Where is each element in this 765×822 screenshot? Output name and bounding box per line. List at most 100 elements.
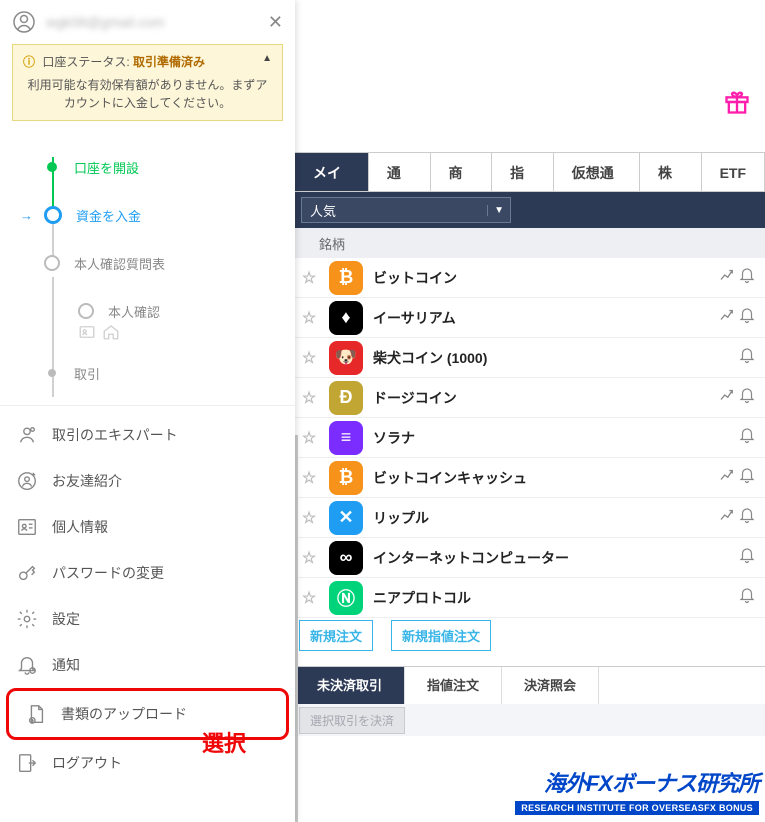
step-label: 口座を開設 (74, 158, 139, 177)
tab-stock[interactable]: 株式 (640, 153, 702, 191)
instrument-row[interactable]: ☆₿ビットコインキャッシュ (295, 458, 765, 498)
menu-label: 個人情報 (52, 517, 108, 537)
step-label: 取引 (74, 364, 100, 383)
menu-profile[interactable]: 個人情報 (0, 504, 295, 550)
chart-icon[interactable] (717, 506, 737, 529)
instrument-name: ドージコイン (373, 388, 717, 408)
favorite-star-icon[interactable]: ☆ (299, 268, 319, 288)
gear-icon (16, 608, 38, 630)
favorite-star-icon[interactable]: ☆ (299, 588, 319, 608)
new-order-button[interactable]: 新規注文 (299, 620, 373, 651)
coin-icon: Ð (329, 381, 363, 415)
profile-icon (16, 516, 38, 538)
favorite-star-icon[interactable]: ☆ (299, 508, 319, 528)
close-selected-bar: 選択取引を決済 (295, 704, 765, 736)
column-header-label: 銘柄 (319, 234, 345, 253)
tab-crypto[interactable]: 仮想通貨 (554, 153, 640, 191)
market-tabs: メイン 通貨 商品 指数 仮想通貨 株式 ETF (295, 152, 765, 192)
instrument-row[interactable]: ☆₿ビットコイン (295, 258, 765, 298)
coin-icon: ₿ (329, 261, 363, 295)
logout-icon (16, 752, 38, 774)
instrument-row[interactable]: ☆♦イーサリアム (295, 298, 765, 338)
chart-icon[interactable] (717, 466, 737, 489)
menu-label: 通知 (52, 655, 80, 675)
instrument-name: ニアプロトコル (373, 588, 717, 608)
tab-main[interactable]: メイン (295, 153, 369, 191)
key-icon (16, 562, 38, 584)
menu-label: お友達紹介 (52, 471, 122, 491)
chart-icon[interactable] (717, 306, 737, 329)
collapse-caret-icon[interactable]: ▲ (262, 53, 272, 64)
user-row: wgk08@gmail.com ✕ (0, 0, 295, 44)
chart-icon[interactable] (717, 266, 737, 289)
chart-icon[interactable] (717, 386, 737, 409)
menu-label: ログアウト (52, 753, 122, 773)
tab-commodity[interactable]: 商品 (431, 153, 493, 191)
status-message: 利用可能な有効保有額がありません。まずアカウントに入金してください。 (23, 76, 272, 112)
refer-icon (16, 470, 38, 492)
menu-label: 書類のアップロード (61, 704, 187, 724)
tab-history[interactable]: 決済照会 (502, 667, 599, 704)
instrument-name: インターネットコンピューター (373, 548, 717, 568)
avatar-icon (12, 10, 36, 34)
account-menu: 取引のエキスパート お友達紹介 個人情報 パスワードの変更 設定 通知 書類のア… (0, 405, 295, 786)
menu-password[interactable]: パスワードの変更 (0, 550, 295, 596)
step-trade[interactable]: 取引 (44, 349, 295, 397)
step-questionnaire[interactable]: 本人確認質問表 (44, 239, 295, 287)
menu-notifications[interactable]: 通知 (0, 642, 295, 688)
alert-bell-icon[interactable] (737, 426, 757, 449)
menu-settings[interactable]: 設定 (0, 596, 295, 642)
alert-bell-icon[interactable] (737, 386, 757, 409)
alert-bell-icon[interactable] (737, 346, 757, 369)
user-email: wgk08@gmail.com (46, 14, 268, 30)
alert-bell-icon[interactable] (737, 586, 757, 609)
tab-limit-orders[interactable]: 指値注文 (405, 667, 502, 704)
step-deposit[interactable]: → 資金を入金 (44, 191, 295, 239)
footer-en: RESEARCH INSTITUTE FOR OVERSEASFX BONUS (515, 801, 759, 815)
alert-bell-icon[interactable] (737, 266, 757, 289)
favorite-star-icon[interactable]: ☆ (299, 348, 319, 368)
position-tabs: 未決済取引 指値注文 決済照会 (295, 666, 765, 704)
menu-expert[interactable]: 取引のエキスパート (0, 412, 295, 458)
favorite-star-icon[interactable]: ☆ (299, 468, 319, 488)
instrument-row[interactable]: ☆≡ソラナ (295, 418, 765, 458)
favorite-star-icon[interactable]: ☆ (299, 308, 319, 328)
alert-bell-icon[interactable] (737, 546, 757, 569)
step-identity[interactable]: 本人確認 (78, 287, 295, 335)
step-label: 資金を入金 (76, 206, 141, 225)
menu-upload-documents[interactable]: 書類のアップロード (6, 688, 289, 740)
menu-refer[interactable]: お友達紹介 (0, 458, 295, 504)
favorite-star-icon[interactable]: ☆ (299, 388, 319, 408)
status-label: 口座ステータス: (42, 55, 129, 69)
alert-bell-icon[interactable] (737, 506, 757, 529)
instrument-row[interactable]: ☆✕リップル (295, 498, 765, 538)
filter-bar: 人気 ▼ (295, 192, 765, 228)
tab-index[interactable]: 指数 (492, 153, 554, 191)
account-status-box[interactable]: ⓘ 口座ステータス: 取引準備済み ▲ 利用可能な有効保有額がありません。まずア… (12, 44, 283, 121)
expert-icon (16, 424, 38, 446)
order-buttons: 新規注文 新規指値注文 (295, 620, 491, 651)
favorite-star-icon[interactable]: ☆ (299, 428, 319, 448)
filter-select[interactable]: 人気 ▼ (301, 197, 511, 223)
alert-bell-icon[interactable] (737, 466, 757, 489)
alert-bell-icon[interactable] (737, 306, 757, 329)
filter-value: 人気 (310, 201, 336, 220)
close-selected-button[interactable]: 選択取引を決済 (299, 707, 405, 734)
menu-logout[interactable]: ログアウト (0, 740, 295, 786)
gift-icon[interactable] (723, 88, 751, 116)
arrow-right-icon: → (20, 208, 33, 223)
instrument-name: リップル (373, 508, 717, 528)
instrument-row[interactable]: ☆🐶柴犬コイン (1000) (295, 338, 765, 378)
instrument-row[interactable]: ☆∞インターネットコンピューター (295, 538, 765, 578)
instrument-row[interactable]: ☆ Ð ドージコイン (295, 378, 765, 418)
tab-open-positions[interactable]: 未決済取引 (295, 667, 405, 704)
tab-etf[interactable]: ETF (702, 153, 765, 191)
step-open-account[interactable]: 口座を開設 (44, 143, 295, 191)
close-icon[interactable]: ✕ (268, 12, 283, 33)
instrument-list: ☆₿ビットコイン☆♦イーサリアム☆🐶柴犬コイン (1000)☆Ðドージコイン☆≡… (295, 258, 765, 618)
tab-currency[interactable]: 通貨 (369, 153, 431, 191)
dropdown-caret-icon: ▼ (487, 205, 504, 216)
instrument-row[interactable]: ☆Ⓝニアプロトコル (295, 578, 765, 618)
new-limit-order-button[interactable]: 新規指値注文 (391, 620, 491, 651)
favorite-star-icon[interactable]: ☆ (299, 548, 319, 568)
